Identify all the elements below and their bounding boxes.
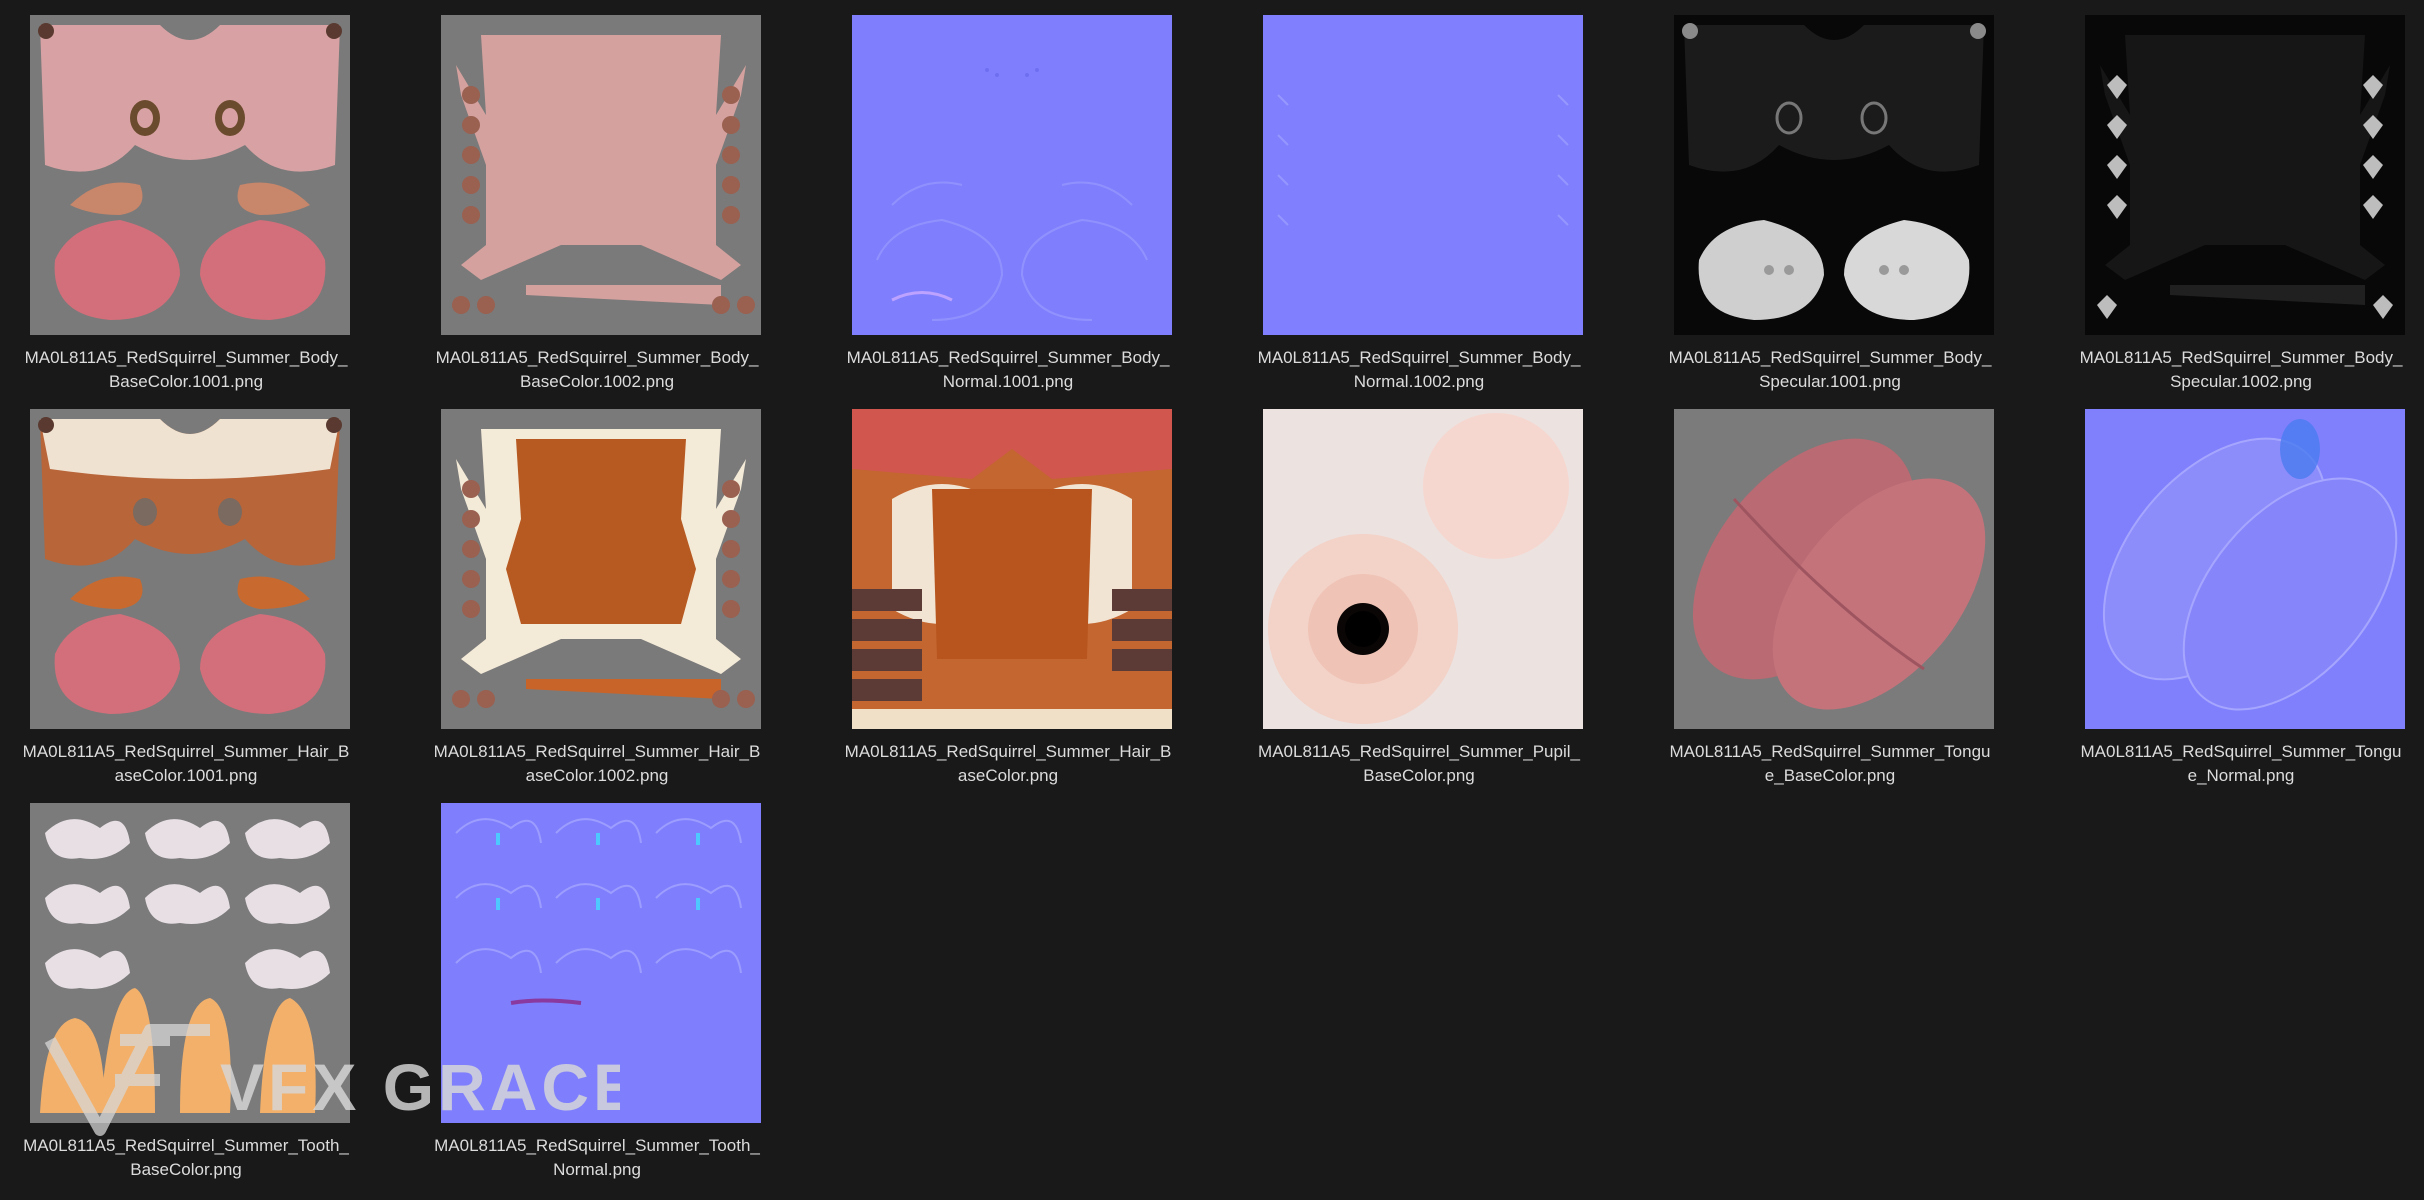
thumbnail-tongue-normal — [2085, 409, 2405, 729]
file-name: MA0L811A5_RedSquirrel_Summer_Tooth_ BaseC… — [23, 1136, 349, 1179]
file-item-tooth-normal[interactable]: MA0L811A5_RedSquirrel_Summer_Tooth_ Norma… — [391, 803, 803, 1197]
file-item-body-specular-1001[interactable]: MA0L811A5_RedSquirrel_Summer_Body_ Specul… — [1624, 15, 2036, 409]
thumbnail-body-specular-1002 — [2085, 15, 2405, 335]
thumbnail-body-basecolor-1002 — [441, 15, 761, 335]
file-item-body-basecolor-1001[interactable]: MA0L811A5_RedSquirrel_Summer_Body_ BaseCo… — [0, 15, 392, 409]
thumbnail-hair-basecolor — [852, 409, 1172, 729]
thumbnail-hair-basecolor-1002 — [441, 409, 761, 729]
file-item-tongue-normal[interactable]: MA0L811A5_RedSquirrel_Summer_Tongu e_Norm… — [2035, 409, 2424, 803]
file-item-hair-basecolor[interactable]: MA0L811A5_RedSquirrel_Summer_Hair_B aseCo… — [802, 409, 1214, 803]
thumbnail-tooth-basecolor — [30, 803, 350, 1123]
file-grid: MA0L811A5_RedSquirrel_Summer_Body_ BaseCo… — [0, 0, 2424, 1200]
thumbnail-body-normal-1001 — [852, 15, 1172, 335]
thumbnail-hair-basecolor-1001 — [30, 409, 350, 729]
file-name: MA0L811A5_RedSquirrel_Summer_Hair_B aseCo… — [844, 742, 1172, 785]
file-item-body-normal-1001[interactable]: MA0L811A5_RedSquirrel_Summer_Body_ Normal… — [802, 15, 1214, 409]
file-name: MA0L811A5_RedSquirrel_Summer_Body_ BaseCo… — [435, 348, 759, 391]
file-name: MA0L811A5_RedSquirrel_Summer_Body_ Normal… — [1257, 348, 1581, 391]
file-name: MA0L811A5_RedSquirrel_Summer_Body_ Normal… — [846, 348, 1170, 391]
file-name: MA0L811A5_RedSquirrel_Summer_Tooth_ Norma… — [434, 1136, 760, 1179]
file-name: MA0L811A5_RedSquirrel_Summer_Pupil_ BaseC… — [1258, 742, 1580, 785]
thumbnail-body-normal-1002 — [1263, 15, 1583, 335]
thumbnail-body-basecolor-1001 — [30, 15, 350, 335]
file-name: MA0L811A5_RedSquirrel_Summer_Body_ Specul… — [1668, 348, 1992, 391]
file-name: MA0L811A5_RedSquirrel_Summer_Body_ Specul… — [2079, 348, 2403, 391]
file-name: MA0L811A5_RedSquirrel_Summer_Hair_B aseCo… — [433, 742, 761, 785]
file-item-hair-basecolor-1002[interactable]: MA0L811A5_RedSquirrel_Summer_Hair_B aseCo… — [391, 409, 803, 803]
file-item-body-basecolor-1002[interactable]: MA0L811A5_RedSquirrel_Summer_Body_ BaseCo… — [391, 15, 803, 409]
file-item-pupil-basecolor[interactable]: MA0L811A5_RedSquirrel_Summer_Pupil_ BaseC… — [1213, 409, 1625, 803]
file-item-tongue-basecolor[interactable]: MA0L811A5_RedSquirrel_Summer_Tongu e_Base… — [1624, 409, 2036, 803]
file-name: MA0L811A5_RedSquirrel_Summer_Hair_B aseCo… — [22, 742, 350, 785]
file-item-hair-basecolor-1001[interactable]: MA0L811A5_RedSquirrel_Summer_Hair_B aseCo… — [0, 409, 392, 803]
file-item-body-normal-1002[interactable]: MA0L811A5_RedSquirrel_Summer_Body_ Normal… — [1213, 15, 1625, 409]
file-item-body-specular-1002[interactable]: MA0L811A5_RedSquirrel_Summer_Body_ Specul… — [2035, 15, 2424, 409]
thumbnail-tooth-normal — [441, 803, 761, 1123]
file-item-tooth-basecolor[interactable]: MA0L811A5_RedSquirrel_Summer_Tooth_ BaseC… — [0, 803, 392, 1197]
file-name: MA0L811A5_RedSquirrel_Summer_Tongu e_Base… — [1669, 742, 1991, 785]
file-name: MA0L811A5_RedSquirrel_Summer_Body_ BaseCo… — [24, 348, 348, 391]
file-name: MA0L811A5_RedSquirrel_Summer_Tongu e_Norm… — [2080, 742, 2402, 785]
thumbnail-pupil-basecolor — [1263, 409, 1583, 729]
thumbnail-tongue-basecolor — [1674, 409, 1994, 729]
thumbnail-body-specular-1001 — [1674, 15, 1994, 335]
